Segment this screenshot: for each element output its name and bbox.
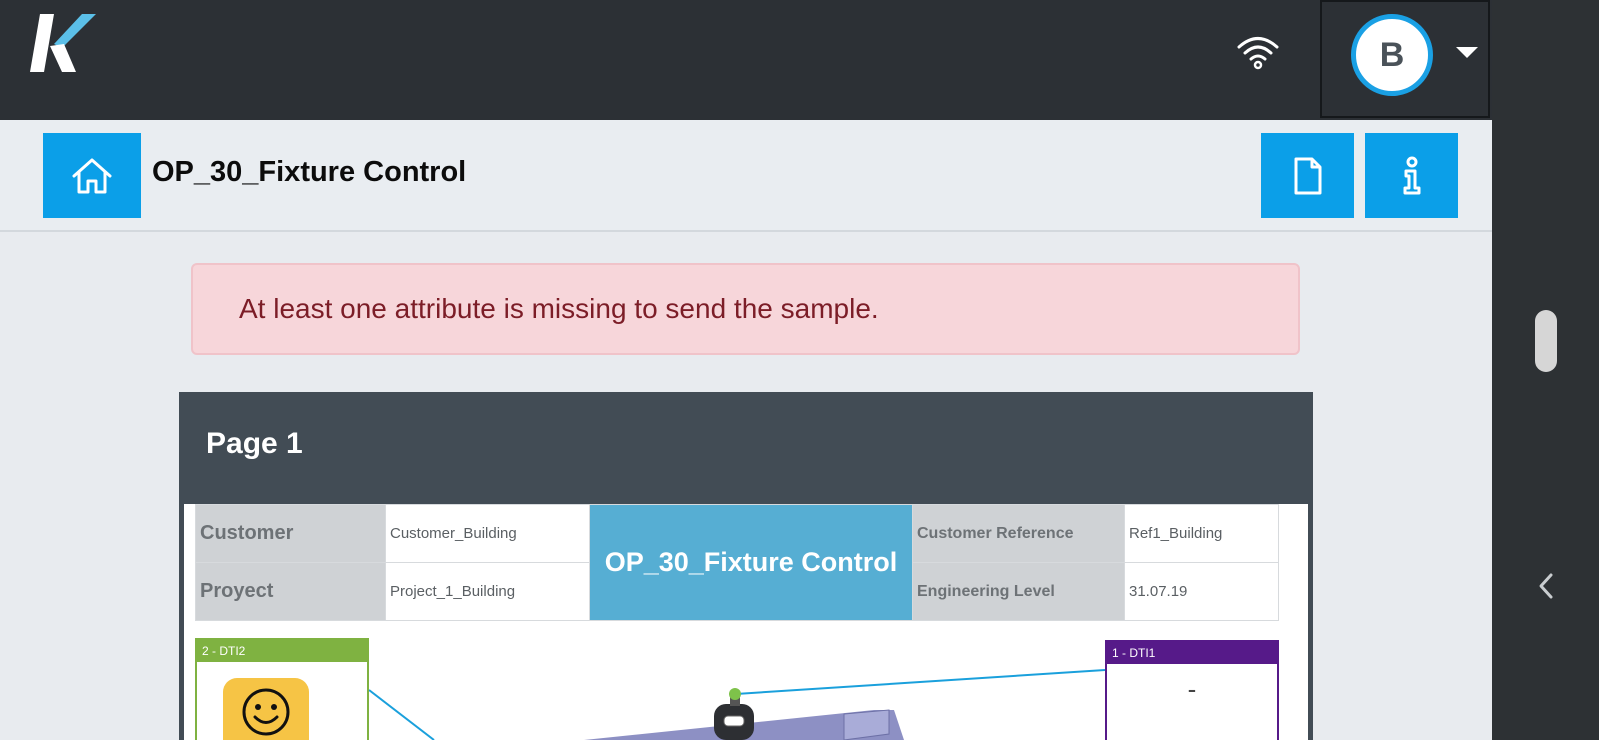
user-menu[interactable]: B xyxy=(1320,0,1490,118)
dti1-box[interactable]: 1 - DTI1 - xyxy=(1105,640,1279,740)
home-icon xyxy=(72,158,112,193)
home-button[interactable] xyxy=(43,133,141,218)
side-rail xyxy=(1492,0,1599,740)
smiley-icon xyxy=(223,678,309,740)
dti2-label: 2 - DTI2 xyxy=(197,640,367,662)
dti1-label: 1 - DTI1 xyxy=(1107,642,1277,664)
top-bar: B xyxy=(0,0,1492,120)
page-sheet: Customer Customer_Building OP_30_Fixture… xyxy=(184,504,1308,740)
info-icon xyxy=(1403,156,1420,194)
wifi-icon xyxy=(1237,37,1279,70)
dti1-value: - xyxy=(1187,674,1197,704)
page-card: Page 1 Customer Customer_Building OP_30_… xyxy=(179,392,1313,740)
caret-down-icon[interactable] xyxy=(1456,47,1478,58)
scrollbar-thumb[interactable] xyxy=(1535,310,1557,372)
document-button[interactable] xyxy=(1261,133,1354,218)
alert-message: At least one attribute is missing to sen… xyxy=(239,293,879,324)
title-bar: OP_30_Fixture Control xyxy=(0,120,1492,232)
page-title: OP_30_Fixture Control xyxy=(152,156,467,188)
k-logo-icon[interactable] xyxy=(30,10,100,76)
page-card-title: Page 1 xyxy=(206,427,303,460)
info-button[interactable] xyxy=(1365,133,1458,218)
avatar[interactable]: B xyxy=(1351,14,1433,96)
document-icon xyxy=(1294,157,1321,194)
error-alert: At least one attribute is missing to sen… xyxy=(191,263,1300,355)
chevron-left-icon[interactable] xyxy=(1534,572,1558,600)
dti2-box[interactable]: 2 - DTI2 xyxy=(195,638,369,740)
